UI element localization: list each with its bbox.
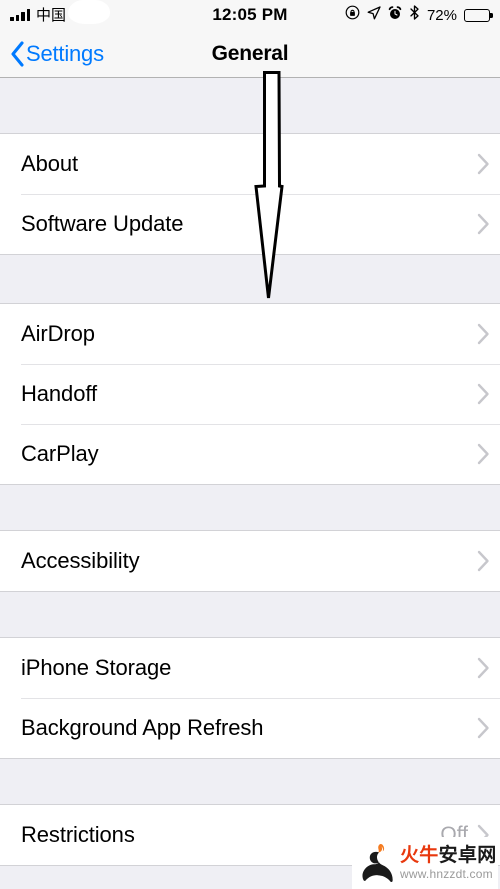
row-label: Restrictions [21,822,135,847]
chevron-right-icon [477,383,489,405]
row-label: AirDrop [21,321,95,346]
settings-row-handoff[interactable]: Handoff [0,364,500,424]
row-label: About [21,151,78,176]
row-accessory [477,657,490,679]
row-accessory [477,213,490,235]
settings-row-about[interactable]: About [0,134,500,194]
navigation-bar: Settings General [0,30,500,78]
group-spacer [0,592,500,637]
bull-flame-logo-icon [362,844,393,883]
row-accessory [477,550,490,572]
settings-group: AirDrop Handoff CarPlay [0,303,500,485]
settings-group: iPhone Storage Background App Refresh [0,637,500,759]
redaction-patch [68,0,110,24]
row-label: Background App Refresh [21,715,264,740]
battery-percent-label: 72% [426,6,457,24]
row-accessory [477,443,490,465]
group-spacer [0,759,500,804]
row-label: CarPlay [21,441,99,466]
settings-group: Accessibility [0,530,500,592]
row-accessory [477,383,490,405]
status-bar-right: 72% [345,5,493,25]
row-accessory [477,717,490,739]
row-accessory [477,323,490,345]
settings-table: About Software Update AirDrop Handoff CarPla… [0,78,500,866]
row-label: Handoff [21,381,97,406]
settings-row-carplay[interactable]: CarPlay [0,424,500,484]
location-arrow-icon [367,5,381,25]
settings-row-iphone-storage[interactable]: iPhone Storage [0,638,500,698]
settings-row-accessibility[interactable]: Accessibility [0,531,500,591]
iphone-settings-screen: 中国 12:05 PM 72% Settings General About S… [0,0,500,889]
group-spacer [0,485,500,530]
alarm-clock-icon [388,5,402,25]
settings-group: About Software Update [0,133,500,255]
group-spacer [0,78,500,133]
row-label: Accessibility [21,548,140,573]
chevron-right-icon [477,550,489,572]
row-label: iPhone Storage [21,655,172,680]
watermark: 火牛安卓网 www.hnzzdt.com [352,837,498,889]
group-spacer [0,255,500,303]
watermark-url: www.hnzzdt.com [400,867,493,881]
settings-row-background-app-refresh[interactable]: Background App Refresh [0,698,500,758]
chevron-right-icon [477,323,489,345]
row-accessory [477,153,490,175]
watermark-name-black: 安卓网 [438,845,497,866]
rotation-lock-icon [345,5,360,25]
row-label: Software Update [21,211,184,236]
chevron-right-icon [477,717,489,739]
chevron-right-icon [477,443,489,465]
chevron-right-icon [477,153,489,175]
settings-row-software-update[interactable]: Software Update [0,194,500,254]
bluetooth-icon [409,5,420,25]
watermark-name-red: 火牛 [400,845,439,866]
status-bar: 中国 12:05 PM 72% [0,0,500,30]
page-title: General [211,41,289,65]
settings-row-airdrop[interactable]: AirDrop [0,304,500,364]
battery-icon [464,8,493,22]
chevron-right-icon [477,657,489,679]
chevron-right-icon [477,213,489,235]
